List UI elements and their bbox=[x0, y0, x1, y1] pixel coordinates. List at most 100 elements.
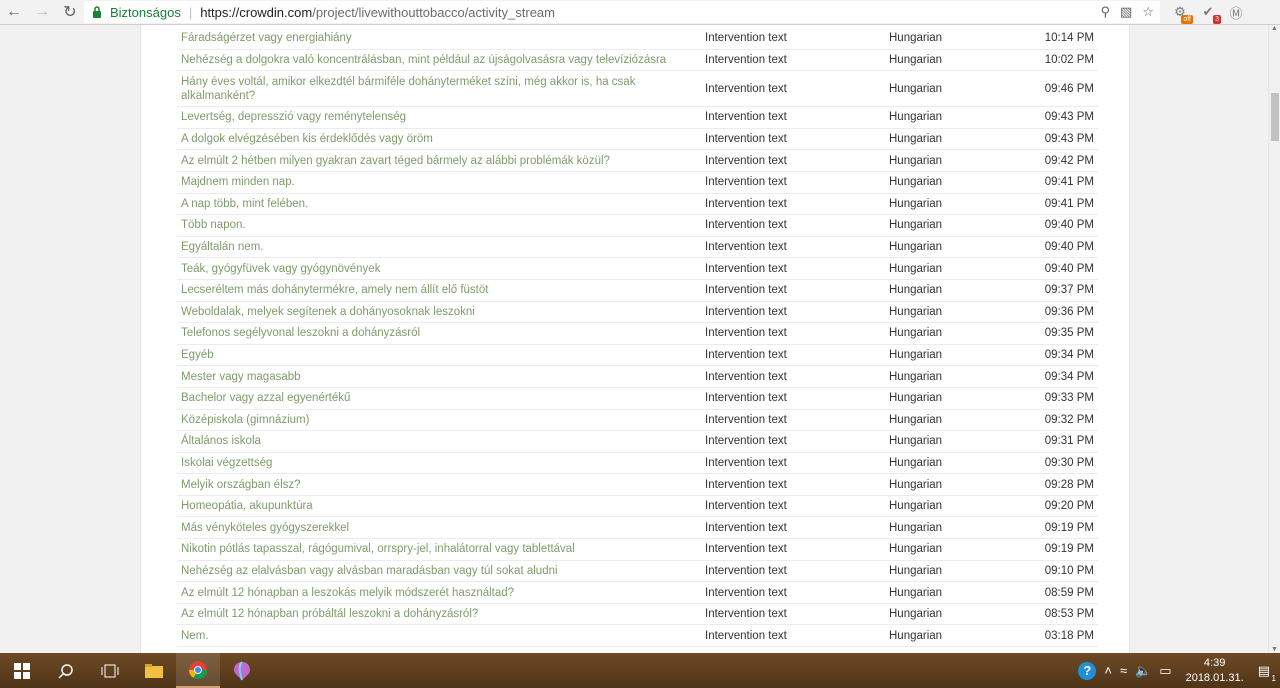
string-link[interactable]: Homeopátia, akupunktúra bbox=[177, 495, 701, 518]
string-link[interactable]: Levertség, depresszió vagy reménytelensé… bbox=[177, 106, 701, 129]
string-link[interactable]: Nehézség az elalvásban vagy alvásban mar… bbox=[177, 560, 701, 583]
wifi-icon[interactable]: ≈ bbox=[1120, 663, 1127, 678]
scroll-up-arrow[interactable]: ▲ bbox=[1271, 25, 1278, 32]
string-language: Hungarian bbox=[885, 473, 1023, 496]
string-link[interactable]: Telefonos segélyvonal leszokni a dohányz… bbox=[177, 322, 701, 345]
string-type: Intervention text bbox=[701, 452, 885, 475]
string-link[interactable]: Weboldalak, melyek segítenek a dohányoso… bbox=[177, 301, 701, 324]
string-language: Hungarian bbox=[885, 49, 1023, 72]
table-row: Iskolai végzettség Intervention text Hunga… bbox=[177, 452, 1098, 475]
back-icon[interactable]: ← bbox=[0, 0, 28, 24]
vertical-scrollbar[interactable]: ▲ ▼ bbox=[1268, 25, 1280, 653]
string-language: Hungarian bbox=[885, 409, 1023, 432]
chrome-icon[interactable] bbox=[176, 653, 220, 688]
help-icon[interactable]: ? bbox=[1078, 661, 1097, 680]
string-language: Hungarian bbox=[885, 214, 1023, 237]
file-explorer-icon[interactable] bbox=[132, 653, 176, 688]
string-link[interactable]: Teák, gyógyfüvek vagy gyógynövények bbox=[177, 257, 701, 280]
lock-icon bbox=[92, 5, 106, 19]
taskbar: ? ˄ ≈ 🔈 ▭ 4:39 2018.01.31. ▤ 1 bbox=[0, 653, 1280, 688]
string-link[interactable]: Majdnem minden nap. bbox=[177, 171, 701, 194]
page-content: Fáradságérzet vagy energiahiány Intervent… bbox=[0, 25, 1268, 653]
string-link[interactable]: Nem. bbox=[177, 624, 701, 648]
string-link[interactable]: Egyéb bbox=[177, 344, 701, 367]
string-link[interactable]: Nehézség a dolgokra való koncentrálásban… bbox=[177, 49, 701, 72]
table-row: Egyáltalán nem. Intervention text Hungaria… bbox=[177, 236, 1098, 259]
string-link[interactable]: A dolgok elvégzésében kis érdeklődés vag… bbox=[177, 128, 701, 151]
clock[interactable]: 4:39 2018.01.31. bbox=[1186, 656, 1244, 686]
clock-date: 2018.01.31. bbox=[1185, 671, 1244, 684]
string-type: Intervention text bbox=[701, 28, 885, 50]
scrollbar-thumb[interactable] bbox=[1271, 93, 1279, 141]
string-time: 09:40 PM bbox=[1023, 236, 1098, 259]
string-type: Intervention text bbox=[701, 171, 885, 194]
app-icon[interactable] bbox=[220, 653, 264, 688]
search-icon[interactable] bbox=[44, 653, 88, 688]
string-link[interactable]: Az elmúlt 2 hétben milyen gyakran zavart… bbox=[177, 149, 701, 172]
string-type: Intervention text bbox=[701, 49, 885, 72]
table-row: Nikotin pótlás tapasszal, rágógumival, o… bbox=[177, 538, 1098, 561]
string-link[interactable]: Az elmúlt 12 hónapban próbáltál leszokni… bbox=[177, 603, 701, 626]
table-row: Bachelor vagy azzal egyenértékű Intervent… bbox=[177, 387, 1098, 410]
string-link[interactable]: Az elmúlt 12 hónapban a leszokás melyik … bbox=[177, 581, 701, 604]
string-language: Hungarian bbox=[885, 452, 1023, 475]
notification-icon[interactable]: ▤ 1 bbox=[1258, 663, 1276, 683]
address-bar[interactable]: Biztonságos | https://crowdin.com/projec… bbox=[84, 1, 1160, 23]
forward-icon[interactable]: → bbox=[28, 0, 56, 24]
string-type: Intervention text bbox=[701, 473, 885, 496]
table-row: Hány éves voltál, amikor elkezdtél bármi… bbox=[177, 70, 1098, 108]
activity-stream-panel: Fáradságérzet vagy energiahiány Intervent… bbox=[140, 25, 1130, 653]
string-type: Intervention text bbox=[701, 257, 885, 280]
string-type: Intervention text bbox=[701, 279, 885, 302]
string-time: 09:30 PM bbox=[1023, 452, 1098, 475]
string-type: Intervention text bbox=[701, 236, 885, 259]
string-link[interactable]: A nap több, mint felében. bbox=[177, 193, 701, 216]
wordpress-icon[interactable]: Ⓜ bbox=[1226, 2, 1246, 22]
task-view-icon[interactable] bbox=[88, 653, 132, 688]
string-link[interactable]: Nikotin pótlás tapasszal, rágógumival, o… bbox=[177, 538, 701, 561]
string-link[interactable]: Iskolai végzettség bbox=[177, 452, 701, 475]
string-link[interactable]: Több napon. bbox=[177, 214, 701, 237]
extension-icon[interactable]: ✔ 3 bbox=[1198, 2, 1221, 24]
table-row: A nap több, mint felében. Intervention te… bbox=[177, 193, 1098, 216]
table-row: Teák, gyógyfüvek vagy gyógynövények Inter… bbox=[177, 257, 1098, 280]
string-time: 10:02 PM bbox=[1023, 49, 1098, 72]
string-link[interactable]: Általános iskola bbox=[177, 430, 701, 453]
windows-start-icon[interactable] bbox=[0, 653, 44, 688]
string-language: Hungarian bbox=[885, 387, 1023, 410]
string-language: Hungarian bbox=[885, 430, 1023, 453]
reload-icon[interactable]: ↻ bbox=[56, 0, 84, 24]
zoom-icon[interactable]: ⚲ bbox=[1101, 4, 1111, 20]
string-type: Intervention text bbox=[701, 560, 885, 583]
volume-icon[interactable]: 🔈 bbox=[1135, 663, 1151, 679]
string-link[interactable]: Középiskola (gimnázium) bbox=[177, 409, 701, 432]
string-time: 09:31 PM bbox=[1023, 430, 1098, 453]
string-time: 09:43 PM bbox=[1023, 106, 1098, 129]
string-link[interactable]: Fáradságérzet vagy energiahiány bbox=[177, 28, 701, 50]
string-time: 09:34 PM bbox=[1023, 365, 1098, 388]
battery-icon[interactable]: ▭ bbox=[1159, 663, 1171, 679]
scroll-down-arrow[interactable]: ▼ bbox=[1271, 646, 1278, 653]
table-row: Majdnem minden nap. Intervention text Hung… bbox=[177, 171, 1098, 194]
string-link[interactable]: Más vényköteles gyógyszerekkel bbox=[177, 516, 701, 540]
string-type: Intervention text bbox=[701, 387, 885, 410]
string-time: 03:18 PM bbox=[1023, 624, 1098, 648]
string-link[interactable]: Lecseréltem más dohánytermékre, amely ne… bbox=[177, 279, 701, 302]
extensions: ⚙ off ✔ 3 Ⓜ bbox=[1170, 2, 1246, 24]
string-link[interactable]: Hány éves voltál, amikor elkezdtél bármi… bbox=[177, 70, 701, 108]
string-language: Hungarian bbox=[885, 344, 1023, 367]
string-time: 09:32 PM bbox=[1023, 409, 1098, 432]
translate-icon[interactable]: ▧ bbox=[1120, 4, 1132, 20]
table-row: Homeopátia, akupunktúra Intervention text… bbox=[177, 495, 1098, 518]
url-host: https://crowdin.com bbox=[200, 4, 313, 20]
extension-icon[interactable]: ⚙ off bbox=[1170, 2, 1193, 24]
table-row: Weboldalak, melyek segítenek a dohányoso… bbox=[177, 301, 1098, 324]
string-type: Intervention text bbox=[701, 322, 885, 345]
string-link[interactable]: Egyáltalán nem. bbox=[177, 236, 701, 259]
string-link[interactable]: Melyik országban élsz? bbox=[177, 473, 701, 496]
string-link[interactable]: Bachelor vagy azzal egyenértékű bbox=[177, 387, 701, 410]
chevron-up-icon[interactable]: ˄ bbox=[1104, 663, 1112, 678]
star-icon[interactable]: ☆ bbox=[1142, 4, 1154, 20]
string-language: Hungarian bbox=[885, 171, 1023, 194]
string-link[interactable]: Mester vagy magasabb bbox=[177, 365, 701, 388]
